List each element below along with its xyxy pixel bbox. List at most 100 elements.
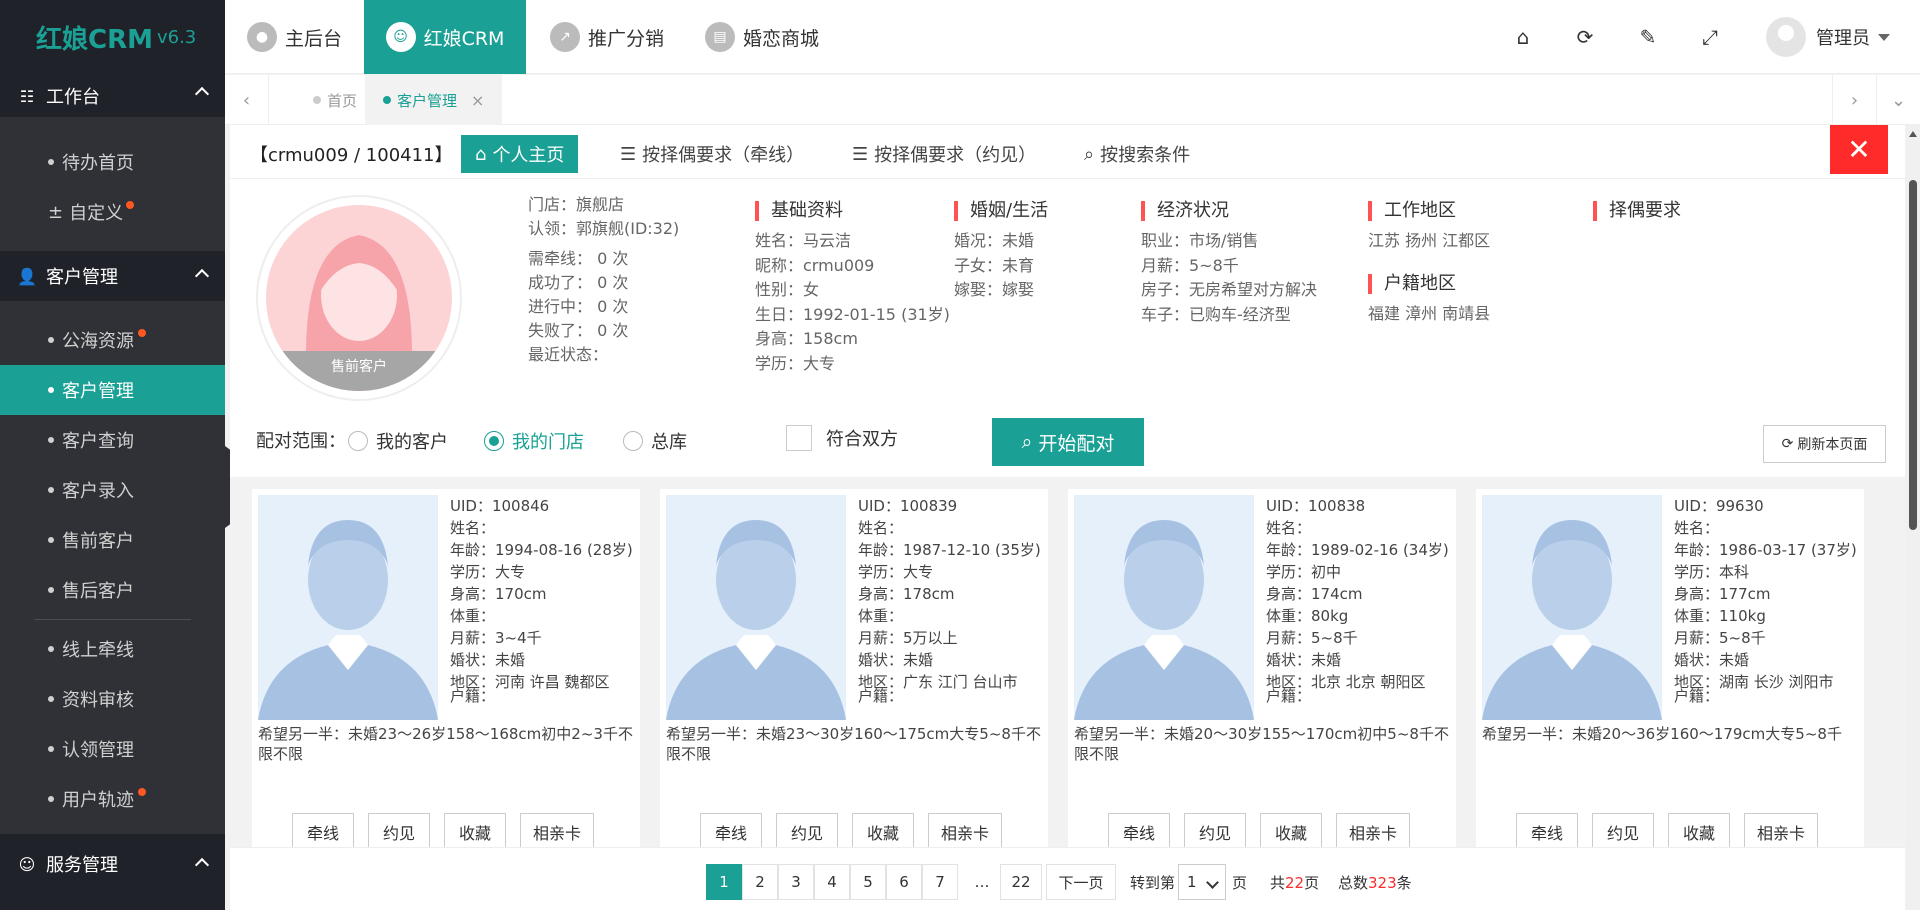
- stat-line: 进行中： 0 次: [528, 297, 629, 316]
- tabs-menu[interactable]: ⌄: [1876, 75, 1920, 125]
- date-card-button[interactable]: 相亲卡: [1744, 813, 1819, 847]
- radio-all[interactable]: 总库: [623, 428, 687, 454]
- goto-page-select[interactable]: 1: [1178, 864, 1226, 900]
- meet-button[interactable]: 约见: [1184, 813, 1246, 847]
- section-basic: 姓名：马云洁 昵称：crmu009 性别：女 生日：1992-01-15 (31…: [755, 229, 950, 376]
- notification-dot: [138, 329, 146, 337]
- both-match-checkbox[interactable]: 符合双方: [786, 425, 898, 451]
- nav-group-label: 服务管理: [46, 855, 118, 876]
- education: 学历：初中: [1266, 563, 1342, 581]
- page-2[interactable]: 2: [742, 864, 778, 900]
- card-actions: 牵线 约见 收藏 相亲卡: [700, 813, 1003, 847]
- tab-main-backend[interactable]: ● 主后台: [247, 0, 342, 74]
- app-logo[interactable]: 红娘CRM v6.3: [0, 0, 225, 75]
- pagetab-customer[interactable]: 客户管理 ×: [365, 75, 503, 125]
- meet-button[interactable]: 约见: [1592, 813, 1654, 847]
- date-card-button[interactable]: 相亲卡: [1336, 813, 1411, 847]
- date-card-button[interactable]: 相亲卡: [520, 813, 595, 847]
- start-match-button[interactable]: ⌕ 开始配对: [992, 418, 1144, 466]
- sidebar-item-review[interactable]: 资料审核: [0, 674, 225, 724]
- female-avatar-image: 售前客户: [266, 205, 452, 391]
- favorite-button[interactable]: 收藏: [444, 813, 506, 847]
- page-7[interactable]: 7: [922, 864, 958, 900]
- qianxian-button[interactable]: 牵线: [700, 813, 762, 847]
- nav-group-service[interactable]: ☺ 服务管理: [0, 834, 225, 894]
- radio-my-store[interactable]: 我的门店: [484, 428, 584, 454]
- sidebar-item-label: 自定义: [69, 203, 124, 224]
- qianxian-button[interactable]: 牵线: [1108, 813, 1170, 847]
- refresh-icon[interactable]: ⟳: [1572, 24, 1598, 50]
- sidebar-item-customer-entry[interactable]: 客户录入: [0, 465, 225, 515]
- crm-icon: ☺: [385, 22, 416, 52]
- tabs-scroll-left[interactable]: ‹: [225, 75, 269, 125]
- search-criteria-button[interactable]: ⌕ 按搜索条件: [1070, 135, 1204, 173]
- next-page-button[interactable]: 下一页: [1046, 864, 1116, 900]
- qianxian-button[interactable]: 牵线: [292, 813, 354, 847]
- scroll-thumb[interactable]: [1909, 180, 1917, 530]
- search-icon: ⌕: [1021, 431, 1033, 453]
- bullet-icon: [48, 796, 54, 802]
- search-icon: ⌕: [1084, 143, 1095, 165]
- personal-home-button[interactable]: ⌂ 个人主页: [461, 135, 579, 173]
- match-by-requirement-button[interactable]: ☰ 按择偶要求（牵线）: [606, 135, 818, 173]
- sidebar-item-customer-manage[interactable]: 客户管理: [0, 365, 225, 415]
- info-line: 嫁娶：嫁娶: [954, 280, 1035, 299]
- sidebar-item-custom[interactable]: ± 自定义: [0, 187, 225, 237]
- button-label: 按择偶要求（约见）: [874, 145, 1037, 166]
- pagetab-home[interactable]: 首页: [295, 75, 375, 125]
- nav-sub-workbench: 待办首页 ± 自定义: [0, 117, 225, 251]
- meet-button[interactable]: 约见: [776, 813, 838, 847]
- meet-by-requirement-button[interactable]: ☰ 按择偶要求（约见）: [838, 135, 1050, 173]
- tabs-scroll-right[interactable]: ›: [1832, 75, 1876, 125]
- tab-promotion[interactable]: ↗ 推广分销: [550, 0, 664, 74]
- scroll-up-arrow-icon[interactable]: [1909, 131, 1917, 137]
- marital: 婚状：未婚: [450, 651, 526, 669]
- user-menu[interactable]: 管理员: [1766, 17, 1890, 57]
- close-button[interactable]: ✕: [1830, 125, 1888, 174]
- page-4[interactable]: 4: [814, 864, 850, 900]
- favorite-button[interactable]: 收藏: [852, 813, 914, 847]
- date-card-button[interactable]: 相亲卡: [928, 813, 1003, 847]
- sidebar-item-user-track[interactable]: 用户轨迹: [0, 774, 225, 824]
- radio-my-customers[interactable]: 我的客户: [348, 428, 448, 454]
- fullscreen-icon[interactable]: ⤢: [1697, 24, 1723, 50]
- sidebar-item-todo[interactable]: 待办首页: [0, 137, 225, 187]
- clear-icon[interactable]: ✎: [1635, 24, 1661, 50]
- section-title-economy: 经济状况: [1141, 201, 1229, 221]
- sidebar: 红娘CRM v6.3 ☷ 工作台 待办首页 ± 自定义 👤 客户管理 公海资源 客…: [0, 0, 225, 910]
- page-5[interactable]: 5: [850, 864, 886, 900]
- nav-group-workbench[interactable]: ☷ 工作台: [0, 75, 225, 117]
- page-6[interactable]: 6: [886, 864, 922, 900]
- hope-requirement: 希望另一半：未婚20～30岁155～170cm初中5~8千不限不限: [1074, 725, 1449, 763]
- sidebar-item-online-match[interactable]: 线上牵线: [0, 624, 225, 674]
- sidebar-item-customer-query[interactable]: 客户查询: [0, 415, 225, 465]
- meet-button[interactable]: 约见: [368, 813, 430, 847]
- page-22[interactable]: 22: [1000, 864, 1042, 900]
- tab-dot: [383, 96, 391, 104]
- sidebar-item-label: 客户查询: [62, 431, 134, 452]
- sidebar-item-public-pool[interactable]: 公海资源: [0, 315, 225, 365]
- qianxian-button[interactable]: 牵线: [1516, 813, 1578, 847]
- page-1[interactable]: 1: [706, 864, 742, 900]
- card-actions: 牵线 约见 收藏 相亲卡: [1108, 813, 1411, 847]
- tab-crm[interactable]: ☺ 红娘CRM: [364, 0, 526, 74]
- refresh-page-button[interactable]: ⟳ 刷新本页面: [1763, 425, 1886, 463]
- chevron-left-icon: ‹: [242, 89, 251, 111]
- avatar: [1766, 17, 1806, 57]
- total-count: 总数323条: [1338, 872, 1412, 893]
- bullet-icon: [48, 337, 54, 343]
- main-content: 【crmu009 / 100411】 ⌂ 个人主页 ☰ 按择偶要求（牵线） ☰ 按择偶…: [230, 125, 1905, 910]
- weight: 体重：80kg: [1266, 607, 1349, 625]
- sidebar-item-claim[interactable]: 认领管理: [0, 724, 225, 774]
- page-scrollbar[interactable]: [1906, 125, 1920, 910]
- favorite-button[interactable]: 收藏: [1668, 813, 1730, 847]
- tab-mall[interactable]: ▤ 婚恋商城: [705, 0, 819, 74]
- page-3[interactable]: 3: [778, 864, 814, 900]
- sidebar-item-presale[interactable]: 售前客户: [0, 515, 225, 565]
- male-avatar-image: [1482, 495, 1662, 720]
- sidebar-item-aftersale[interactable]: 售后客户: [0, 565, 225, 615]
- home-icon[interactable]: ⌂: [1510, 24, 1536, 50]
- close-icon[interactable]: ×: [471, 91, 484, 110]
- favorite-button[interactable]: 收藏: [1260, 813, 1322, 847]
- nav-group-customer[interactable]: 👤 客户管理: [0, 251, 225, 301]
